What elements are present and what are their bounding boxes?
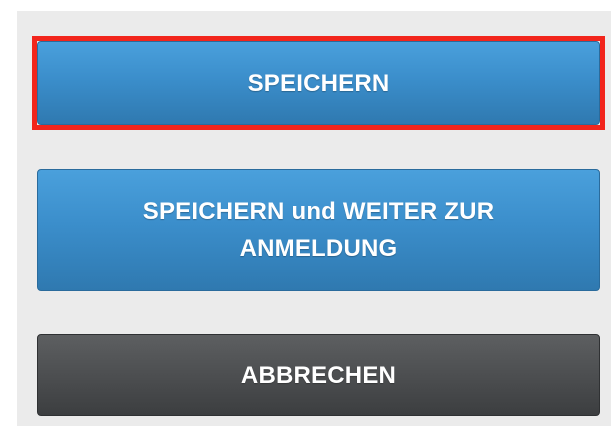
- save-button[interactable]: SPEICHERN: [37, 41, 600, 125]
- save-and-continue-button[interactable]: SPEICHERN und WEITER ZUR ANMELDUNG: [37, 169, 600, 291]
- cancel-button[interactable]: ABBRECHEN: [37, 334, 600, 416]
- cancel-button-label: ABBRECHEN: [240, 361, 397, 389]
- save-button-label: SPEICHERN: [247, 69, 390, 97]
- save-and-continue-button-label: SPEICHERN und WEITER ZUR ANMELDUNG: [142, 198, 495, 262]
